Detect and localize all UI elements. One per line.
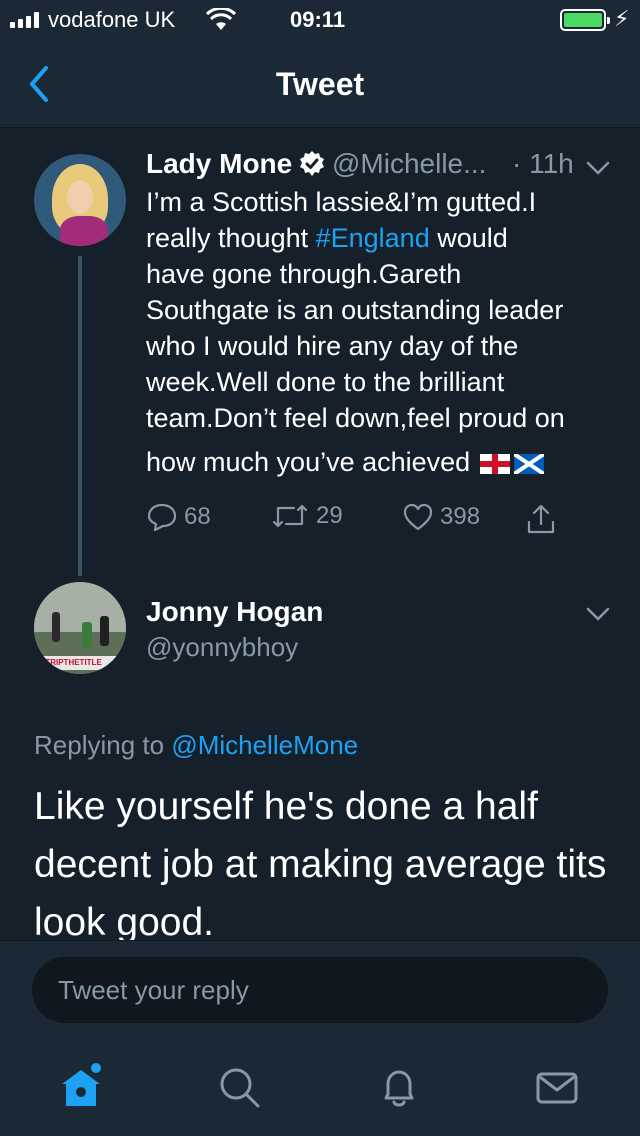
carrier-name: vodafone UK <box>48 7 176 32</box>
mail-icon[interactable] <box>532 1062 582 1112</box>
share-button[interactable] <box>524 502 558 536</box>
reply-text-line: decent job at making average tits <box>34 843 607 886</box>
retweet-icon <box>272 504 308 528</box>
reply-author-handle[interactable]: @yonnybhoy <box>146 632 298 663</box>
tweet-text-line: I’m a Scottish lassie&I’m gutted.I <box>146 187 537 217</box>
reply-author-name[interactable]: Jonny Hogan <box>146 596 323 628</box>
share-icon <box>527 504 555 534</box>
tweet-text-fragment: would <box>429 223 508 253</box>
tweet-text-line: week.Well done to the brilliant <box>146 367 505 397</box>
charging-icon: ⚡ <box>614 6 630 31</box>
tweet-timestamp: · 11h <box>512 148 574 179</box>
battery-icon <box>560 9 610 31</box>
like-count: 398 <box>440 503 481 530</box>
england-flag-icon <box>480 454 511 474</box>
avatar[interactable] <box>34 154 126 246</box>
signal-strength-icon <box>10 12 39 28</box>
tweet-text-fragment: really thought <box>146 223 316 253</box>
reply-composer[interactable] <box>32 957 608 1023</box>
scotland-flag-icon <box>514 454 545 474</box>
tweet-text-line: how much you’ve achieved <box>146 444 626 480</box>
reply-count: 68 <box>184 503 211 530</box>
reply-button[interactable]: 68 <box>146 502 211 532</box>
nav-header: Tweet <box>0 40 640 128</box>
tweet-text-line: Southgate is an outstanding leader <box>146 295 564 325</box>
hashtag-link[interactable]: #England <box>316 223 430 253</box>
reply-input[interactable] <box>58 957 578 1023</box>
reply-icon <box>147 503 177 532</box>
tweet-author-name[interactable]: Lady Mone <box>146 148 292 180</box>
mention-link[interactable]: @MichelleMone <box>171 730 358 760</box>
search-icon[interactable] <box>214 1062 264 1112</box>
replying-prefix: Replying to <box>34 730 172 760</box>
reply-text-line: Like yourself he's done a half <box>34 785 538 828</box>
status-time: 09:11 <box>290 7 346 32</box>
page-title: Tweet <box>275 66 365 102</box>
chevron-down-icon[interactable] <box>586 606 610 622</box>
tweet-text: I’m a Scottish lassie&I’m gutted.I reall… <box>146 184 626 480</box>
reply-text: Like yourself he's done a half decent jo… <box>34 778 614 952</box>
tweet-text-line: who I would hire any day of the <box>146 331 519 361</box>
avatar[interactable]: STRIPTHETITLE <box>34 582 126 674</box>
retweet-button[interactable]: 29 <box>270 502 343 530</box>
home-icon[interactable] <box>56 1062 106 1112</box>
bell-icon[interactable] <box>374 1062 424 1112</box>
retweet-count: 29 <box>316 502 343 529</box>
status-bar: vodafone UK 09:11 ⚡ <box>0 0 640 40</box>
tweet-actions: 68 29 398 <box>146 502 586 542</box>
like-button[interactable]: 398 <box>402 502 480 532</box>
tweet-text-line: team.Don’t feel down,feel proud on <box>146 403 565 433</box>
tweet-text-fragment: how much you’ve achieved <box>146 447 471 477</box>
replying-to-label: Replying to @MichelleMone <box>34 730 358 761</box>
avatar-banner-text: STRIPTHETITLE <box>34 656 126 670</box>
tweet-author-handle[interactable]: @Michelle... <box>332 148 486 180</box>
thread-connector <box>78 256 82 576</box>
tab-bar <box>0 1040 640 1136</box>
verified-badge-icon <box>300 151 324 176</box>
tweet-text-line: have gone through.Gareth <box>146 259 462 289</box>
heart-icon <box>403 503 433 531</box>
tweet-text-line: really thought #England would <box>146 220 626 256</box>
wifi-icon <box>206 8 236 30</box>
reply-composer-bar <box>0 940 640 1040</box>
chevron-down-icon[interactable] <box>586 160 610 176</box>
